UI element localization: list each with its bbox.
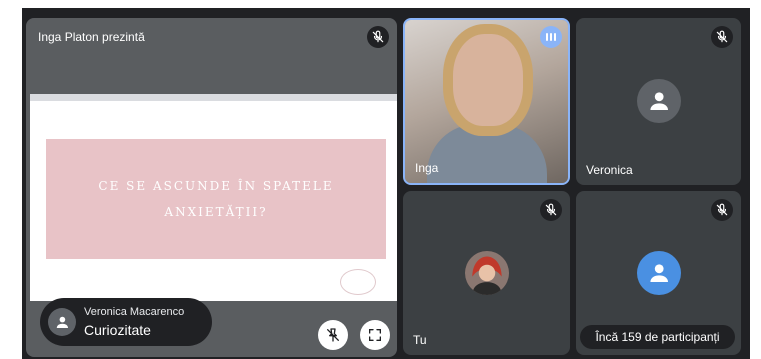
participant-tile-veronica[interactable]: Veronica — [576, 18, 741, 185]
presenter-title: Inga Platon prezintă — [38, 30, 145, 44]
presentation-tile[interactable]: Inga Platon prezintă CE SE ASCUNDE ÎN SP… — [26, 18, 397, 357]
person-icon — [48, 308, 76, 336]
fullscreen-button[interactable] — [360, 320, 390, 350]
person-icon — [637, 79, 681, 123]
participant-name: Tu — [413, 333, 427, 347]
meeting-stage: Inga Platon prezintă CE SE ASCUNDE ÎN SP… — [22, 8, 750, 359]
fullscreen-icon — [369, 329, 381, 341]
shared-screen: CE SE ASCUNDE ÎN SPATELE ANXIETĂȚII? — [30, 94, 397, 301]
participant-tile-inga[interactable]: Inga — [403, 18, 570, 185]
slide-band: CE SE ASCUNDE ÎN SPATELE ANXIETĂȚII? — [46, 139, 386, 259]
person-icon — [637, 251, 681, 295]
mic-off-icon — [367, 26, 389, 48]
unpin-button[interactable] — [318, 320, 348, 350]
participant-tile-tu[interactable]: Tu — [403, 191, 570, 355]
participant-name: Inga — [415, 161, 439, 175]
video-shirt — [427, 124, 547, 183]
pin-off-icon — [327, 328, 339, 342]
slide-title: CE SE ASCUNDE ÎN SPATELE ANXIETĂȚII? — [98, 179, 334, 219]
slide-toolbar — [30, 94, 397, 101]
speaker-caption-pill: Veronica Macarenco Curiozitate — [40, 298, 212, 346]
mic-off-icon — [711, 26, 733, 48]
more-participants-label[interactable]: Încă 159 de participanți — [580, 325, 735, 349]
participant-name: Veronica — [586, 163, 633, 177]
slide-logo — [340, 269, 376, 295]
avatar — [465, 251, 509, 295]
video-face — [453, 34, 523, 126]
speaker-name: Veronica Macarenco — [84, 306, 185, 318]
mic-off-icon — [540, 199, 562, 221]
audio-level-icon — [540, 26, 562, 48]
mic-off-icon — [711, 199, 733, 221]
slide: CE SE ASCUNDE ÎN SPATELE ANXIETĂȚII? — [46, 101, 386, 301]
more-participants-tile[interactable]: Încă 159 de participanți — [576, 191, 741, 355]
speaker-caption: Curiozitate — [84, 322, 151, 338]
